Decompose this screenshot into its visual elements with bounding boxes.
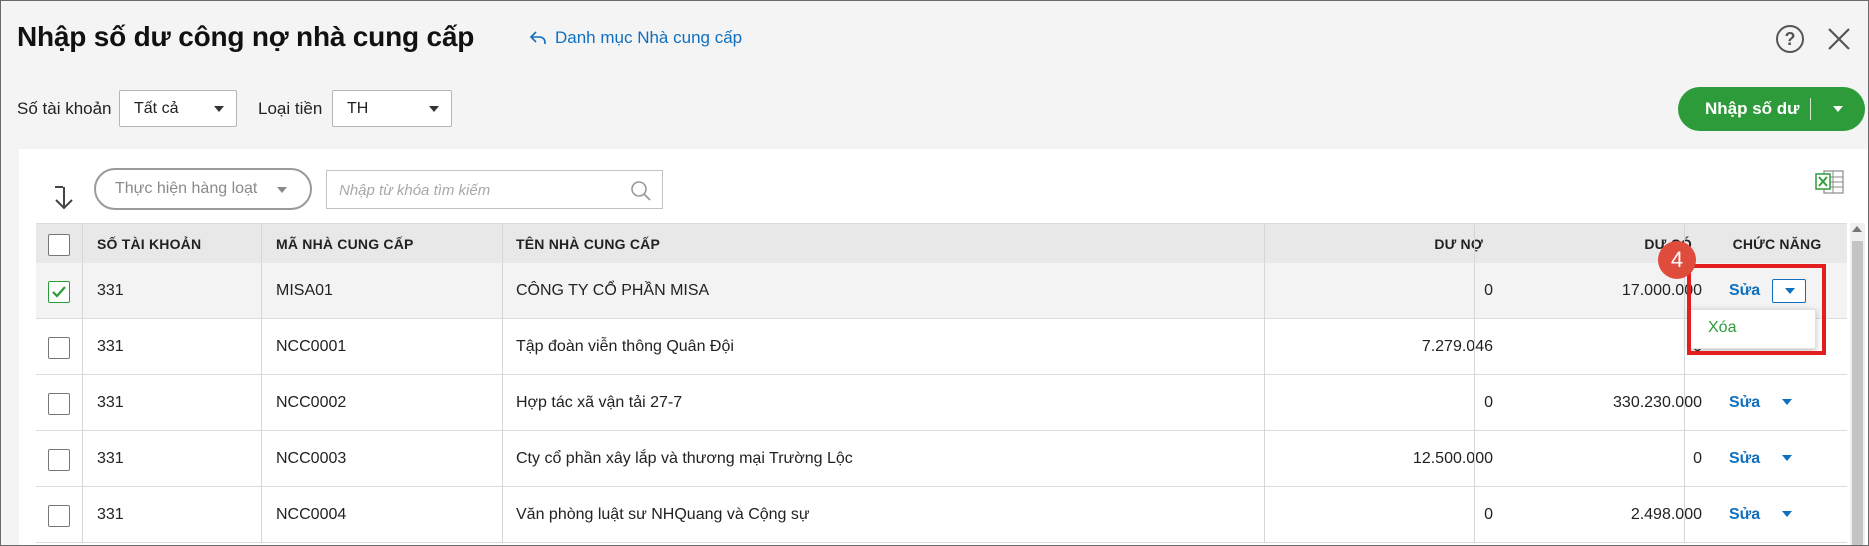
cell-supplier-code: MISA01 <box>276 282 333 299</box>
cell-supplier-code: NCC0004 <box>276 506 347 523</box>
cell-account: 331 <box>97 338 124 355</box>
edit-link[interactable]: Sửa <box>1729 487 1760 543</box>
account-select-value: Tất cả <box>134 99 179 117</box>
column-divider <box>1264 223 1265 543</box>
cell-supplier-name: Văn phòng luật sư NHQuang và Cộng sự <box>516 506 810 523</box>
back-arrow-icon <box>529 31 546 44</box>
bulk-action-button[interactable]: Thực hiện hàng loạt <box>94 168 312 210</box>
cell-credit[interactable]: 0 <box>1501 431 1702 487</box>
row-checkbox[interactable] <box>48 281 70 303</box>
cell-supplier-name: Hợp tác xã vận tải 27-7 <box>516 394 683 411</box>
button-divider <box>1810 98 1811 120</box>
close-icon[interactable] <box>1825 25 1853 53</box>
cell-credit[interactable]: 2.498.000 <box>1501 487 1702 543</box>
cell-supplier-name: CÔNG TY CỔ PHẦN MISA <box>516 282 710 299</box>
header-debit: DƯ NỢ <box>1434 236 1483 252</box>
search-input[interactable] <box>339 180 619 200</box>
supplier-catalog-link[interactable]: Danh mục Nhà cung cấp <box>529 28 742 48</box>
row-menu-caret-icon[interactable] <box>1782 455 1792 461</box>
supplier-catalog-link-label: Danh mục Nhà cung cấp <box>555 28 743 47</box>
table-header: SỐ TÀI KHOẢN MÃ NHÀ CUNG CẤP TÊN NHÀ CUN… <box>36 223 1847 263</box>
highlight-box <box>1687 264 1826 355</box>
cell-debit[interactable]: 0 <box>1291 375 1493 431</box>
column-divider <box>1474 223 1475 543</box>
dialog-window: Nhập số dư công nợ nhà cung cấp Danh mục… <box>0 0 1869 546</box>
currency-select[interactable]: TH <box>332 90 452 127</box>
search-box <box>326 170 663 209</box>
cell-credit[interactable]: 330.230.000 <box>1501 375 1702 431</box>
header-account: SỐ TÀI KHOẢN <box>97 236 202 252</box>
cell-debit[interactable]: 12.500.000 <box>1291 431 1493 487</box>
cell-credit[interactable]: 0 <box>1501 319 1702 375</box>
table-row[interactable]: 331 NCC0004 Văn phòng luật sư NHQuang và… <box>36 487 1847 543</box>
table-row[interactable]: 331 MISA01 CÔNG TY CỔ PHẦN MISA 0 17.000… <box>36 263 1847 319</box>
cell-account: 331 <box>97 282 124 299</box>
row-menu-caret-icon[interactable] <box>1782 399 1792 405</box>
chevron-down-icon <box>429 106 439 112</box>
header-actions: CHỨC NĂNG <box>1732 236 1822 252</box>
account-select[interactable]: Tất cả <box>119 90 237 127</box>
cell-supplier-name: Tập đoàn viễn thông Quân Đội <box>516 338 734 355</box>
cell-debit[interactable]: 7.279.046 <box>1291 319 1493 375</box>
scroll-up-icon[interactable] <box>1852 226 1862 232</box>
currency-select-value: TH <box>347 99 369 117</box>
cell-account: 331 <box>97 450 124 467</box>
page-title: Nhập số dư công nợ nhà cung cấp <box>17 21 475 52</box>
row-checkbox[interactable] <box>48 337 70 359</box>
row-checkbox[interactable] <box>48 449 70 471</box>
scrollbar-thumb[interactable] <box>1852 241 1863 545</box>
excel-icon[interactable] <box>1815 169 1845 195</box>
column-divider <box>82 223 83 543</box>
cell-supplier-code: NCC0003 <box>276 450 347 467</box>
table-row[interactable]: 331 NCC0002 Hợp tác xã vận tải 27-7 0 33… <box>36 375 1847 431</box>
import-balance-label: Nhập số dư <box>1705 99 1800 118</box>
check-icon <box>52 286 66 298</box>
import-balance-button[interactable]: Nhập số dư <box>1678 87 1865 131</box>
chevron-down-icon <box>214 106 224 112</box>
cell-supplier-code: NCC0002 <box>276 394 347 411</box>
select-all-checkbox[interactable] <box>48 234 70 256</box>
table-row[interactable]: 331 NCC0003 Cty cổ phần xây lắp và thươn… <box>36 431 1847 487</box>
chevron-down-icon <box>277 187 287 193</box>
cell-supplier-name: Cty cổ phần xây lắp và thương mại Trường… <box>516 450 853 467</box>
step-badge: 4 <box>1658 241 1696 279</box>
column-divider <box>261 223 262 543</box>
search-icon[interactable] <box>630 180 652 202</box>
header-supplier-code: MÃ NHÀ CUNG CẤP <box>276 236 414 252</box>
cell-debit[interactable]: 0 <box>1291 487 1493 543</box>
sort-icon[interactable] <box>51 185 77 211</box>
cell-supplier-code: NCC0001 <box>276 338 347 355</box>
bulk-action-label: Thực hiện hàng loạt <box>115 180 258 197</box>
table-row[interactable]: 331 NCC0001 Tập đoàn viễn thông Quân Đội… <box>36 319 1847 375</box>
row-checkbox[interactable] <box>48 505 70 527</box>
row-menu-caret-icon[interactable] <box>1782 511 1792 517</box>
cell-debit[interactable]: 0 <box>1291 263 1493 319</box>
edit-link[interactable]: Sửa <box>1729 431 1760 487</box>
row-checkbox[interactable] <box>48 393 70 415</box>
help-icon[interactable]: ? <box>1776 25 1804 53</box>
cell-account: 331 <box>97 506 124 523</box>
header-supplier-name: TÊN NHÀ CUNG CẤP <box>516 236 660 252</box>
column-divider <box>502 223 503 543</box>
import-menu-caret-icon[interactable] <box>1833 106 1843 112</box>
currency-filter-label: Loại tiền <box>258 99 323 118</box>
cell-account: 331 <box>97 394 124 411</box>
account-filter-label: Số tài khoản <box>17 99 112 118</box>
edit-link[interactable]: Sửa <box>1729 375 1760 431</box>
